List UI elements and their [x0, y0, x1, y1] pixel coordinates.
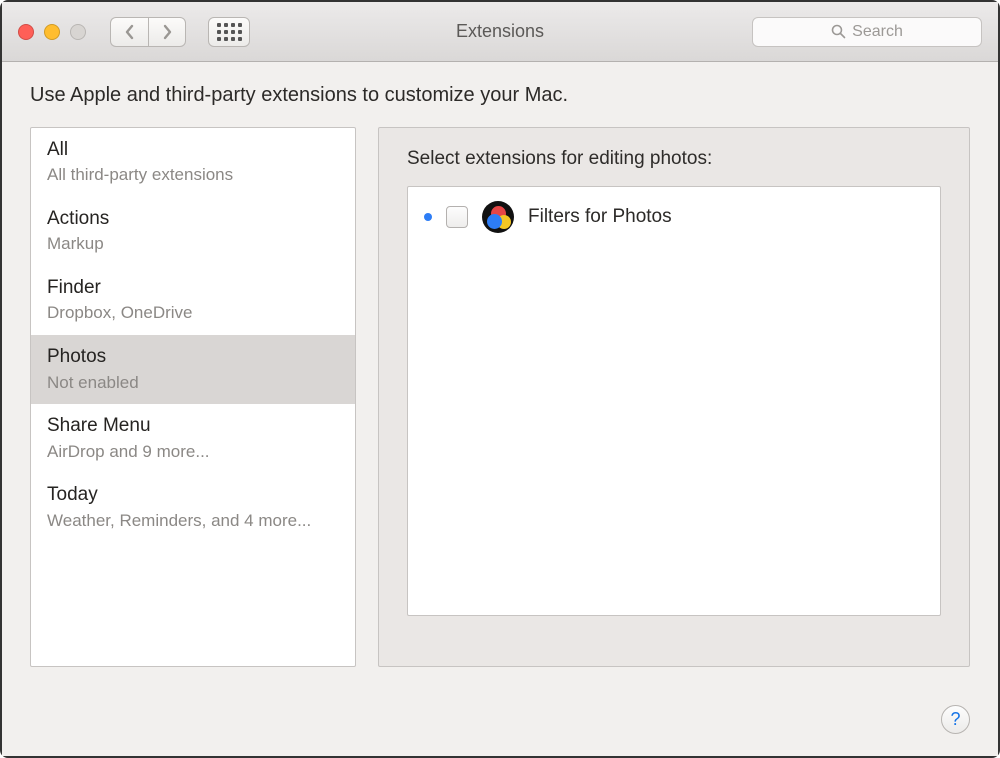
detail-panel: Select extensions for editing photos: Fi…: [378, 127, 970, 667]
page-body: Use Apple and third-party extensions to …: [2, 62, 998, 756]
back-button[interactable]: [110, 17, 148, 47]
extension-row: Filters for Photos: [424, 201, 924, 233]
app-icon: [482, 201, 514, 233]
window-toolbar: Extensions Search: [2, 2, 998, 62]
sidebar-item-title: Share Menu: [47, 414, 339, 438]
sidebar-item-sub: Weather, Reminders, and 4 more...: [47, 510, 339, 532]
zoom-window-button[interactable]: [70, 24, 86, 40]
sidebar-item-sub: Dropbox, OneDrive: [47, 302, 339, 324]
category-list: All All third-party extensions Actions M…: [30, 127, 356, 667]
help-button[interactable]: ?: [941, 705, 970, 734]
sidebar-item-today[interactable]: Today Weather, Reminders, and 4 more...: [31, 473, 355, 542]
sidebar-item-title: Today: [47, 483, 339, 507]
sidebar-item-share-menu[interactable]: Share Menu AirDrop and 9 more...: [31, 404, 355, 473]
sidebar-item-title: All: [47, 138, 339, 162]
sidebar-item-all[interactable]: All All third-party extensions: [31, 128, 355, 197]
sidebar-item-actions[interactable]: Actions Markup: [31, 197, 355, 266]
page-intro: Use Apple and third-party extensions to …: [30, 84, 970, 107]
search-field[interactable]: Search: [752, 17, 982, 47]
extension-name: Filters for Photos: [528, 206, 672, 228]
enable-extension-checkbox[interactable]: [446, 206, 468, 228]
chevron-right-icon: [162, 24, 173, 40]
extensions-list: Filters for Photos: [407, 186, 941, 616]
show-all-prefs-button[interactable]: [208, 17, 250, 47]
sidebar-item-finder[interactable]: Finder Dropbox, OneDrive: [31, 266, 355, 335]
sidebar-item-sub: Markup: [47, 233, 339, 255]
sidebar-item-sub: All third-party extensions: [47, 164, 339, 186]
help-icon: ?: [950, 709, 960, 730]
sidebar-item-title: Finder: [47, 276, 339, 300]
forward-button[interactable]: [148, 17, 186, 47]
panels: All All third-party extensions Actions M…: [30, 127, 970, 667]
grid-icon: [217, 23, 242, 41]
indicator-dot-icon: [424, 213, 432, 221]
detail-heading: Select extensions for editing photos:: [407, 148, 941, 170]
chevron-left-icon: [124, 24, 135, 40]
sidebar-item-photos[interactable]: Photos Not enabled: [31, 335, 355, 404]
minimize-window-button[interactable]: [44, 24, 60, 40]
sidebar-item-sub: AirDrop and 9 more...: [47, 441, 339, 463]
nav-buttons: [110, 17, 186, 47]
sidebar-item-title: Photos: [47, 345, 339, 369]
sidebar-item-title: Actions: [47, 207, 339, 231]
traffic-lights: [18, 24, 86, 40]
search-placeholder: Search: [852, 23, 903, 41]
search-icon: [831, 24, 846, 39]
close-window-button[interactable]: [18, 24, 34, 40]
sidebar-item-sub: Not enabled: [47, 372, 339, 394]
